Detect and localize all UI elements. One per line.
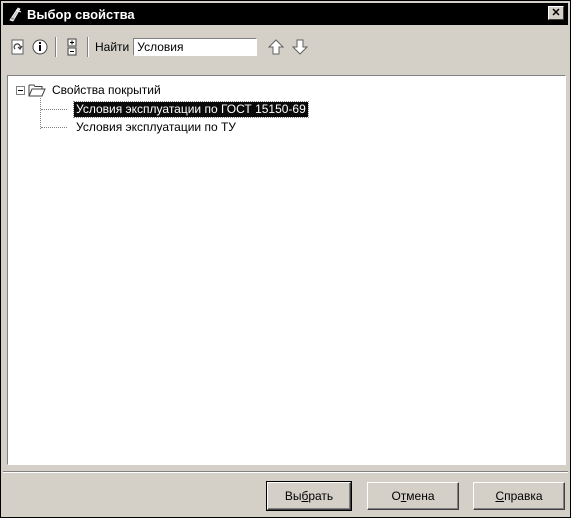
expand-collapse-icon: [67, 38, 77, 56]
toolbar-separator: [87, 37, 89, 57]
tree-connector: [40, 98, 41, 129]
arrow-down-icon: [292, 39, 309, 55]
cancel-button[interactable]: Отмена: [367, 482, 459, 510]
help-button[interactable]: Справка: [473, 482, 565, 510]
close-icon: ✕: [551, 6, 561, 19]
arrow-up-icon: [268, 39, 285, 55]
tree-node-gost[interactable]: Условия эксплуатации по ГОСТ 15150-69: [73, 100, 309, 118]
tree-connector: [41, 109, 67, 110]
tree-node-label: Условия эксплуатации по ТУ: [76, 119, 236, 134]
refresh-icon: [11, 39, 24, 55]
tree-node-tu[interactable]: Условия эксплуатации по ТУ: [74, 119, 238, 135]
dialog-window: Выбор свойства ✕ Найти Условия Свойства …: [0, 0, 571, 518]
cancel-button-label: Отмена: [391, 489, 435, 503]
tree-connector: [41, 127, 67, 128]
app-icon: [9, 7, 22, 22]
property-tree[interactable]: Свойства покрытий Условия эксплуатации п…: [7, 75, 566, 465]
help-button-label: Справка: [495, 489, 543, 503]
title-bar[interactable]: Выбор свойства ✕: [3, 3, 568, 25]
open-folder-icon: [28, 84, 46, 97]
search-input[interactable]: [133, 38, 258, 56]
footer-divider: [3, 471, 568, 473]
find-label: Найти: [95, 40, 130, 54]
tree-node-root[interactable]: Свойства покрытий: [16, 82, 163, 98]
expand-collapse-button[interactable]: [61, 36, 83, 58]
info-icon: [32, 39, 48, 55]
find-previous-button[interactable]: [265, 36, 287, 58]
select-button[interactable]: Выбрать: [266, 481, 352, 511]
tree-node-label: Условия эксплуатации по ГОСТ 15150-69: [73, 100, 309, 118]
info-button[interactable]: [29, 36, 51, 58]
window-title: Выбор свойства: [27, 6, 135, 22]
refresh-button[interactable]: [7, 36, 29, 58]
select-button-label: Выбрать: [284, 489, 334, 503]
collapse-toggle-icon[interactable]: [16, 85, 25, 95]
toolbar: Найти: [7, 29, 566, 65]
find-next-button[interactable]: [289, 36, 311, 58]
tree-node-label: Свойства покрытий: [52, 82, 161, 97]
toolbar-separator: [55, 37, 57, 57]
close-button[interactable]: ✕: [548, 6, 564, 20]
